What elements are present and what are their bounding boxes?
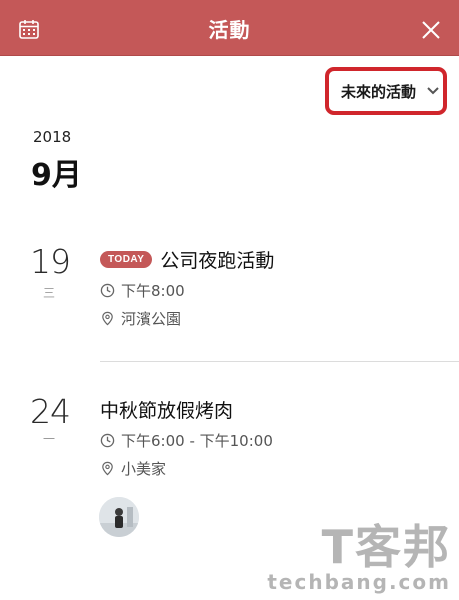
event-location-row: 河濱公園	[100, 308, 181, 329]
clock-icon	[100, 283, 115, 298]
event-time-row: 下午8:00	[100, 280, 185, 301]
attendee-avatar[interactable]	[99, 497, 139, 537]
watermark: T客邦 techbang.com	[267, 524, 451, 594]
today-badge: TODAY	[100, 251, 153, 268]
close-icon[interactable]	[421, 20, 441, 40]
event-title-row: TODAY 公司夜跑活動	[100, 246, 274, 273]
watermark-en: techbang.com	[267, 570, 451, 594]
event-item[interactable]: 24 一 中秋節放假烤肉 下午6:00 - 下午10:00 小美家	[0, 390, 459, 540]
filter-label: 未來的活動	[341, 82, 417, 101]
event-time: 下午6:00 - 下午10:00	[121, 432, 273, 450]
divider	[100, 361, 459, 362]
event-day: 19	[30, 242, 71, 281]
page-title: 活動	[208, 18, 251, 42]
event-time: 下午8:00	[121, 282, 185, 300]
app-header: 活動	[0, 0, 459, 56]
event-time-row: 下午6:00 - 下午10:00	[100, 430, 273, 451]
section-year: 2018	[33, 128, 72, 146]
location-pin-icon	[102, 461, 113, 476]
event-item[interactable]: 19 三 TODAY 公司夜跑活動 下午8:00 河濱公園	[0, 240, 459, 360]
chevron-down-icon	[427, 87, 439, 95]
avatar-image	[99, 497, 139, 537]
event-location: 河濱公園	[121, 310, 182, 328]
section-month: 9月	[31, 158, 82, 193]
location-pin-icon	[102, 311, 113, 326]
event-day: 24	[30, 392, 71, 431]
watermark-cn: T客邦	[321, 520, 451, 574]
event-title: 中秋節放假烤肉	[100, 400, 234, 422]
event-location-row: 小美家	[100, 458, 166, 479]
clock-icon	[100, 433, 115, 448]
event-title: 公司夜跑活動	[160, 250, 275, 272]
event-filter-dropdown[interactable]: 未來的活動	[341, 80, 440, 102]
event-title-row: 中秋節放假烤肉	[100, 396, 233, 423]
event-location: 小美家	[121, 460, 167, 478]
event-weekday: 三	[43, 286, 56, 300]
event-weekday: 一	[43, 432, 56, 446]
